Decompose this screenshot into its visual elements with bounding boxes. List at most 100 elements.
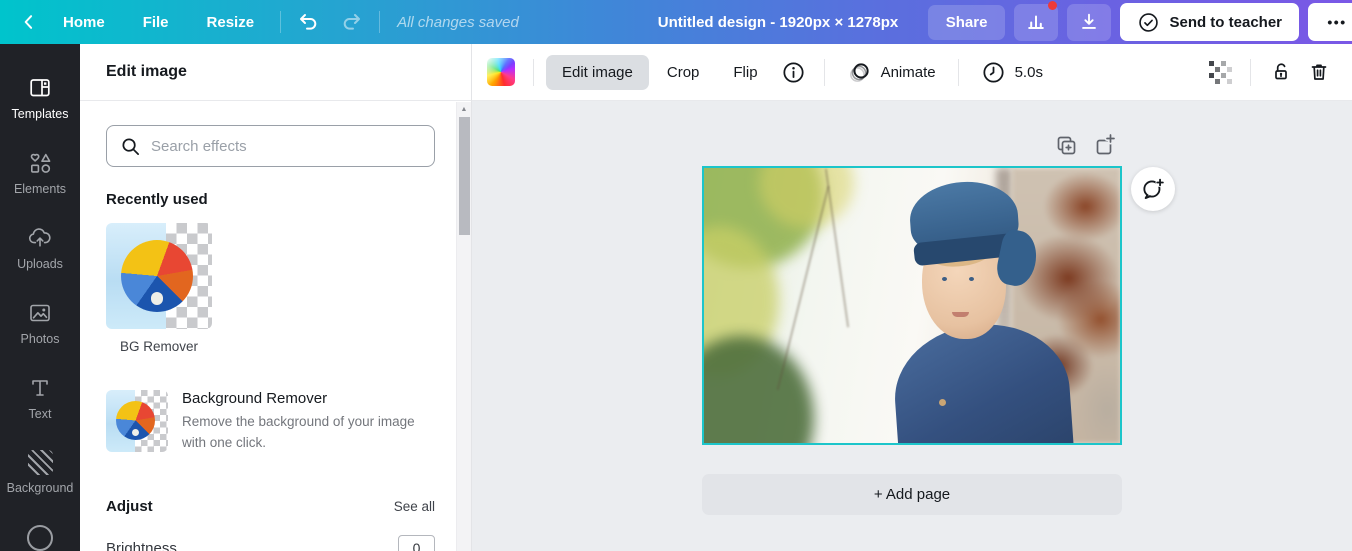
home-menu-item[interactable]: Home bbox=[44, 14, 124, 31]
duplicate-page-icon bbox=[1057, 136, 1076, 155]
clock-icon bbox=[983, 61, 1004, 83]
topbar: Home File Resize All changes saved Untit… bbox=[0, 0, 1352, 44]
beach-ball-graphic bbox=[116, 401, 155, 440]
flip-button[interactable]: Flip bbox=[717, 55, 773, 90]
add-page-icon bbox=[1096, 132, 1117, 155]
design-title[interactable]: Untitled design - 1920px × 1278px bbox=[658, 14, 899, 31]
background-remover-title: Background Remover bbox=[182, 390, 328, 407]
photo-sweater-button bbox=[939, 399, 947, 406]
undo-icon bbox=[300, 14, 317, 30]
divider bbox=[533, 58, 534, 86]
unlock-icon bbox=[1275, 63, 1287, 80]
download-button[interactable] bbox=[1067, 3, 1112, 41]
photo-boy-eye bbox=[941, 276, 947, 281]
duplicate-page-button[interactable] bbox=[1055, 134, 1079, 158]
sidebar: Templates Elements Uploads Photos Text B… bbox=[0, 44, 80, 551]
sidebar-item-elements[interactable]: Elements bbox=[0, 135, 80, 210]
redo-icon bbox=[343, 14, 361, 30]
panel-body: Recently used BG Remover bbox=[80, 101, 471, 551]
back-button[interactable] bbox=[14, 5, 44, 39]
background-remover-item[interactable]: Background Remover Remove the background… bbox=[106, 390, 435, 454]
animate-label: Animate bbox=[880, 63, 936, 81]
background-remover-text: Background Remover Remove the background… bbox=[182, 390, 435, 454]
topbar-right-actions: Share Send to teacher ••• bbox=[927, 0, 1352, 44]
brightness-control: Brightness bbox=[106, 534, 435, 551]
comment-button[interactable] bbox=[1131, 167, 1175, 211]
sidebar-item-label: Text bbox=[28, 406, 52, 421]
divider bbox=[379, 11, 381, 33]
bar-chart-icon bbox=[1028, 15, 1045, 29]
animate-icon bbox=[849, 62, 869, 82]
search-effects-box[interactable] bbox=[106, 125, 435, 167]
crop-button[interactable]: Crop bbox=[651, 55, 716, 90]
scrollbar-up-arrow[interactable]: ▲ bbox=[457, 106, 471, 113]
beach-ball-graphic bbox=[121, 240, 193, 312]
file-menu-item[interactable]: File bbox=[124, 14, 188, 31]
sidebar-item-label: Uploads bbox=[17, 256, 63, 271]
text-icon bbox=[32, 379, 48, 396]
share-button[interactable]: Share bbox=[927, 4, 1006, 40]
duration-button[interactable]: 5.0s bbox=[971, 60, 1053, 85]
sidebar-item-background[interactable]: Background bbox=[0, 435, 80, 510]
uploads-icon bbox=[28, 227, 51, 247]
sidebar-item-photos[interactable]: Photos bbox=[0, 285, 80, 360]
delete-button[interactable] bbox=[1301, 55, 1337, 89]
beach-ball-hub bbox=[131, 429, 139, 437]
see-all-link[interactable]: See all bbox=[394, 499, 435, 514]
panel-title: Edit image bbox=[80, 44, 471, 101]
divider bbox=[280, 11, 282, 33]
download-icon bbox=[1082, 13, 1097, 29]
more-options-button[interactable]: ••• bbox=[1308, 3, 1352, 41]
background-remover-thumbnail bbox=[106, 390, 168, 452]
sidebar-item-label: Elements bbox=[13, 181, 67, 196]
brightness-input[interactable] bbox=[398, 534, 435, 551]
canvas-area[interactable]: + Add page bbox=[472, 101, 1352, 551]
info-icon bbox=[783, 61, 804, 83]
bg-remover-label: BG Remover bbox=[119, 339, 199, 354]
send-to-teacher-button[interactable]: Send to teacher bbox=[1120, 3, 1299, 41]
bg-remover-thumbnail[interactable] bbox=[106, 223, 212, 329]
background-remover-description: Remove the background of your image with… bbox=[182, 414, 415, 450]
divider bbox=[823, 58, 825, 86]
context-toolbar: Edit image Crop Flip Animate 5.0s bbox=[472, 44, 1352, 101]
add-page-button[interactable]: + Add page bbox=[702, 474, 1122, 515]
more-apps-icon[interactable] bbox=[27, 525, 53, 551]
sidebar-item-label: Background bbox=[6, 481, 74, 495]
chevron-left-icon bbox=[24, 15, 33, 29]
transparency-button[interactable] bbox=[1202, 55, 1238, 89]
check-circle-icon bbox=[1139, 12, 1159, 32]
duration-label: 5.0s bbox=[1014, 63, 1043, 81]
comment-plus-icon bbox=[1143, 177, 1165, 200]
elements-icon bbox=[30, 153, 51, 173]
color-picker-button[interactable] bbox=[487, 58, 515, 86]
sidebar-item-text[interactable]: Text bbox=[0, 360, 80, 435]
templates-icon bbox=[30, 78, 50, 96]
sidebar-item-label: Photos bbox=[20, 331, 60, 346]
resize-menu-item[interactable]: Resize bbox=[188, 14, 274, 31]
divider bbox=[957, 58, 959, 86]
sidebar-item-uploads[interactable]: Uploads bbox=[0, 210, 80, 285]
search-icon bbox=[122, 137, 139, 155]
sidebar-item-templates[interactable]: Templates bbox=[0, 60, 80, 135]
transparency-checker-icon bbox=[1209, 61, 1232, 84]
animate-button[interactable]: Animate bbox=[837, 60, 946, 85]
scrollbar-thumb[interactable] bbox=[459, 117, 470, 235]
photos-icon bbox=[30, 304, 50, 321]
background-icon bbox=[27, 450, 53, 475]
edit-image-tab[interactable]: Edit image bbox=[546, 54, 649, 90]
search-input[interactable] bbox=[151, 137, 421, 155]
notification-dot bbox=[1048, 0, 1058, 10]
brightness-label: Brightness bbox=[106, 539, 177, 551]
adjust-heading: Adjust bbox=[106, 497, 153, 515]
undo-button[interactable] bbox=[288, 5, 330, 39]
add-page-icon-button[interactable] bbox=[1094, 132, 1118, 158]
analytics-button[interactable] bbox=[1014, 0, 1059, 41]
design-page[interactable] bbox=[702, 166, 1122, 445]
topbar-left-menu: Home File Resize All changes saved bbox=[14, 5, 519, 39]
send-to-teacher-label: Send to teacher bbox=[1169, 13, 1282, 31]
lock-button[interactable] bbox=[1263, 55, 1299, 89]
redo-button[interactable] bbox=[330, 5, 372, 39]
info-button[interactable] bbox=[776, 55, 812, 89]
adjust-section-header: Adjust See all bbox=[106, 498, 435, 515]
panel-scrollbar[interactable]: ▲ bbox=[456, 102, 471, 551]
